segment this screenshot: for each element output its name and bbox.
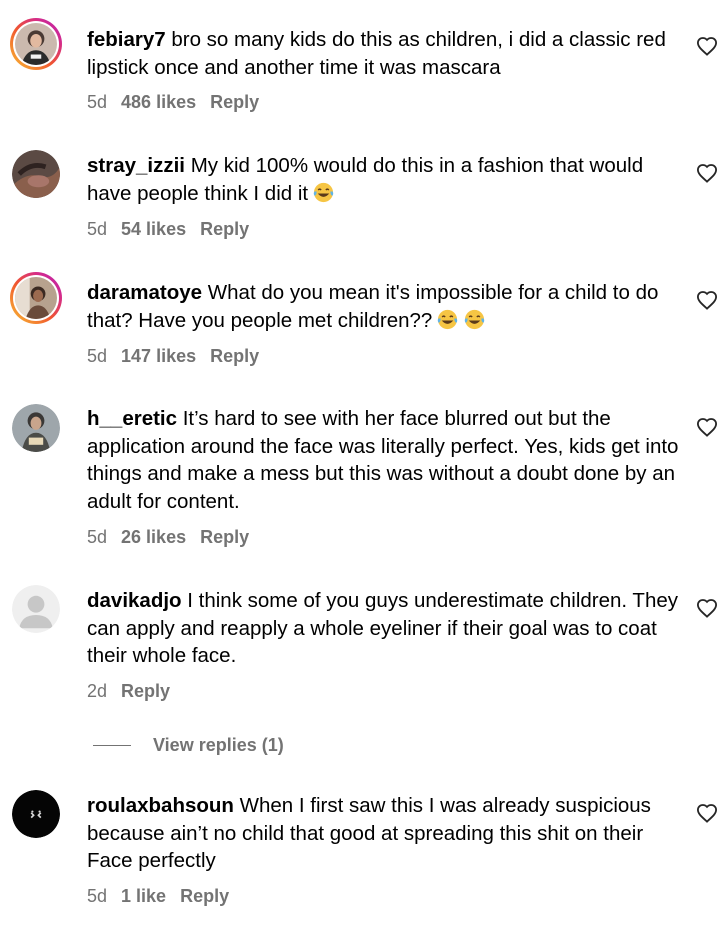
heart-icon[interactable] [696,163,718,183]
reply-button[interactable]: Reply [210,346,259,366]
reply-button[interactable]: Reply [210,92,259,112]
avatar-photo [15,277,57,319]
heart-icon[interactable] [696,290,718,310]
avatar[interactable] [12,790,60,838]
avatar-photo [15,23,57,65]
comment-username[interactable]: daramatoye [87,281,202,304]
face-with-tears-of-joy-icon [465,309,485,329]
comment-age: 5d [87,886,108,906]
comment-age: 2d [87,681,108,701]
comment-likes[interactable]: 486 likes [121,92,196,112]
comment-meta: 5d 147 likes Reply [87,346,259,367]
reply-button[interactable]: Reply [200,219,249,239]
avatar[interactable] [12,404,60,452]
comment-likes[interactable]: 54 likes [121,219,186,239]
view-replies-label: View replies (1) [153,734,284,755]
face-with-tears-of-joy-icon [438,309,458,329]
comment-meta: 5d 1 like Reply [87,886,229,907]
heart-icon[interactable] [696,36,718,56]
avatar[interactable] [12,150,60,198]
comment-username[interactable]: davikadjo [87,589,182,612]
reply-button[interactable]: Reply [121,681,170,701]
comment-meta: 5d 486 likes Reply [87,92,259,113]
comment-body: roulaxbahsoun When I first saw this I wa… [87,792,682,875]
comment-meta: 5d 26 likes Reply [87,527,249,548]
comment-age: 5d [87,527,108,547]
comment-body: febiary7 bro so many kids do this as chi… [87,26,682,81]
comment-body: daramatoye What do you mean it's impossi… [87,279,682,334]
avatar[interactable] [10,272,62,324]
comment-meta: 5d 54 likes Reply [87,219,249,240]
reply-button[interactable]: Reply [180,886,229,906]
avatar-photo [12,790,60,838]
reply-button[interactable]: Reply [200,527,249,547]
view-replies-button[interactable]: View replies (1) [93,733,284,757]
comment-username[interactable]: h__eretic [87,407,177,430]
comment-username[interactable]: febiary7 [87,28,166,51]
comment-body: davikadjo I think some of you guys under… [87,587,682,670]
comment-age: 5d [87,219,108,239]
comment-age: 5d [87,92,108,112]
face-with-tears-of-joy-icon [313,182,334,202]
default-avatar-icon [12,585,60,633]
comment-meta: 2d Reply [87,681,170,702]
comment-body: stray_izzii My kid 100% would do this in… [87,152,682,207]
comment-username[interactable]: stray_izzii [87,154,185,177]
comment-body: h__eretic It’s hard to see with her face… [87,405,682,515]
comment-username[interactable]: roulaxbahsoun [87,794,234,817]
comment-likes[interactable]: 147 likes [121,346,196,366]
comment-likes[interactable]: 1 like [121,886,166,906]
comment-text: bro so many kids do this as children, i … [87,28,666,79]
divider [93,744,131,746]
heart-icon[interactable] [696,598,718,618]
avatar[interactable] [10,18,62,70]
avatar[interactable] [12,585,60,633]
heart-icon[interactable] [696,803,718,823]
avatar-photo [12,150,60,198]
heart-icon[interactable] [696,417,718,437]
avatar-photo [12,404,60,452]
comment-likes[interactable]: 26 likes [121,527,186,547]
comment-age: 5d [87,346,108,366]
